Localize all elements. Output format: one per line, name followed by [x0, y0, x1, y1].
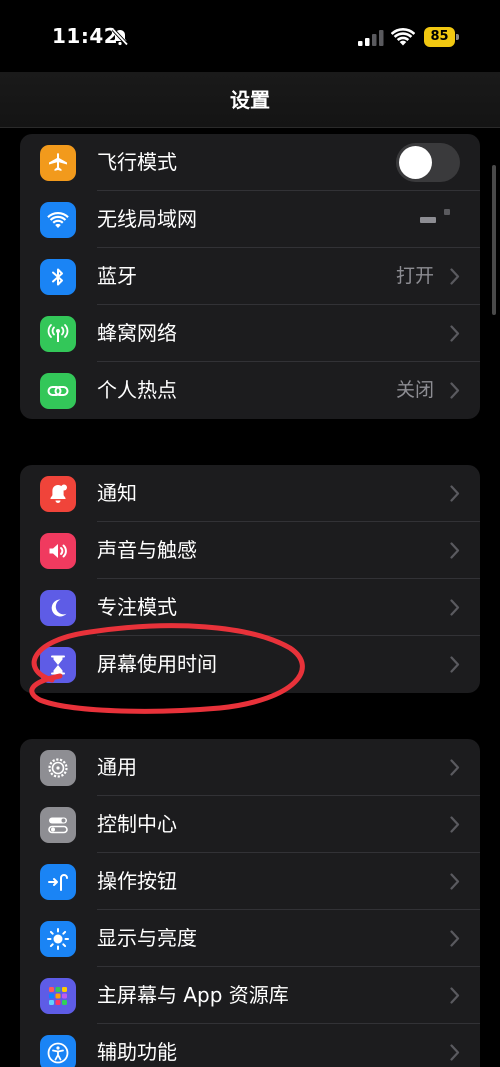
page-title: 设置 [230, 88, 270, 112]
settings-group-notifications: 通知 声音与触感 专注模式 屏幕使用时间 [20, 465, 480, 693]
settings-row-cellular[interactable]: 蜂窝网络 [20, 305, 480, 362]
row-label: 蓝牙 [97, 264, 137, 288]
settings-row-action-button[interactable]: 操作按钮 [20, 853, 480, 910]
switches-icon [40, 807, 76, 843]
chevron-right-icon [450, 599, 460, 616]
row-label: 通用 [97, 755, 137, 779]
settings-row-focus[interactable]: 专注模式 [20, 579, 480, 636]
battery-indicator: 85 [424, 27, 460, 47]
moon-icon [40, 590, 76, 626]
gear-icon [40, 750, 76, 786]
hotspot-icon [40, 373, 76, 409]
settings-row-airplane-mode[interactable]: 飞行模式 [20, 134, 480, 191]
chevron-right-icon [450, 759, 460, 776]
chevron-right-icon [450, 816, 460, 833]
wifi-icon [40, 202, 76, 238]
chevron-right-icon [450, 1044, 460, 1061]
row-label: 显示与亮度 [97, 926, 197, 950]
settings-row-general[interactable]: 通用 [20, 739, 480, 796]
bluetooth-icon [40, 259, 76, 295]
row-label: 蜂窝网络 [97, 321, 177, 345]
settings-row-home-screen-app-library[interactable]: 主屏幕与 App 资源库 [20, 967, 480, 1024]
chevron-right-icon [450, 268, 460, 285]
cellular-signal-icon [358, 30, 384, 46]
hourglass-icon [40, 647, 76, 683]
wifi-network-redacted-icon [420, 209, 450, 223]
airplane-icon [40, 145, 76, 181]
row-label: 专注模式 [97, 595, 177, 619]
row-label: 屏幕使用时间 [97, 652, 217, 676]
row-label: 辅助功能 [97, 1040, 177, 1064]
row-label: 飞行模式 [97, 150, 177, 174]
settings-row-wifi[interactable]: 无线局域网 [20, 191, 480, 248]
row-label: 声音与触感 [97, 538, 197, 562]
cellular-icon [40, 316, 76, 352]
settings-screen: 11:42 85 设置 飞行模式 无线局域网 蓝牙 打开 蜂窝网络 个人热点 关… [0, 0, 500, 1067]
airplane-mode-toggle[interactable] [396, 143, 460, 182]
settings-row-accessibility[interactable]: 辅助功能 [20, 1024, 480, 1067]
chevron-right-icon [450, 542, 460, 559]
settings-row-sounds-haptics[interactable]: 声音与触感 [20, 522, 480, 579]
row-label: 主屏幕与 App 资源库 [97, 983, 289, 1007]
row-label: 通知 [97, 481, 137, 505]
row-label: 无线局域网 [97, 207, 197, 231]
status-bar: 11:42 85 [0, 0, 500, 72]
settings-group-general: 通用 控制中心 操作按钮 显示与亮度 主屏幕与 App 资源库 辅助功能 [20, 739, 480, 1067]
status-time: 11:42 [52, 24, 119, 48]
bell-slash-icon [111, 28, 129, 46]
accessibility-icon [40, 1035, 76, 1067]
scroll-indicator [492, 165, 496, 315]
speaker-icon [40, 533, 76, 569]
sun-icon [40, 921, 76, 957]
row-label: 操作按钮 [97, 869, 177, 893]
settings-row-display-brightness[interactable]: 显示与亮度 [20, 910, 480, 967]
chevron-right-icon [450, 656, 460, 673]
settings-row-control-center[interactable]: 控制中心 [20, 796, 480, 853]
toggle-knob [399, 146, 432, 179]
chevron-right-icon [450, 987, 460, 1004]
settings-row-screen-time[interactable]: 屏幕使用时间 [20, 636, 480, 693]
settings-row-personal-hotspot[interactable]: 个人热点 关闭 [20, 362, 480, 419]
row-label: 控制中心 [97, 812, 177, 836]
chevron-right-icon [450, 930, 460, 947]
row-value: 打开 [395, 265, 434, 287]
row-label: 个人热点 [97, 378, 177, 402]
settings-group-connectivity: 飞行模式 无线局域网 蓝牙 打开 蜂窝网络 个人热点 关闭 [20, 134, 480, 419]
row-value: 关闭 [395, 379, 434, 401]
wifi-status-icon [391, 27, 415, 46]
chevron-right-icon [450, 873, 460, 890]
battery-tip [456, 34, 459, 40]
chevron-right-icon [450, 325, 460, 342]
navigation-bar: 设置 [0, 72, 500, 128]
settings-row-bluetooth[interactable]: 蓝牙 打开 [20, 248, 480, 305]
battery-level: 85 [424, 27, 455, 47]
notification-bell-icon [40, 476, 76, 512]
app-grid-icon [40, 978, 76, 1014]
settings-row-notifications[interactable]: 通知 [20, 465, 480, 522]
chevron-right-icon [450, 485, 460, 502]
chevron-right-icon [450, 382, 460, 399]
action-button-icon [40, 864, 76, 900]
